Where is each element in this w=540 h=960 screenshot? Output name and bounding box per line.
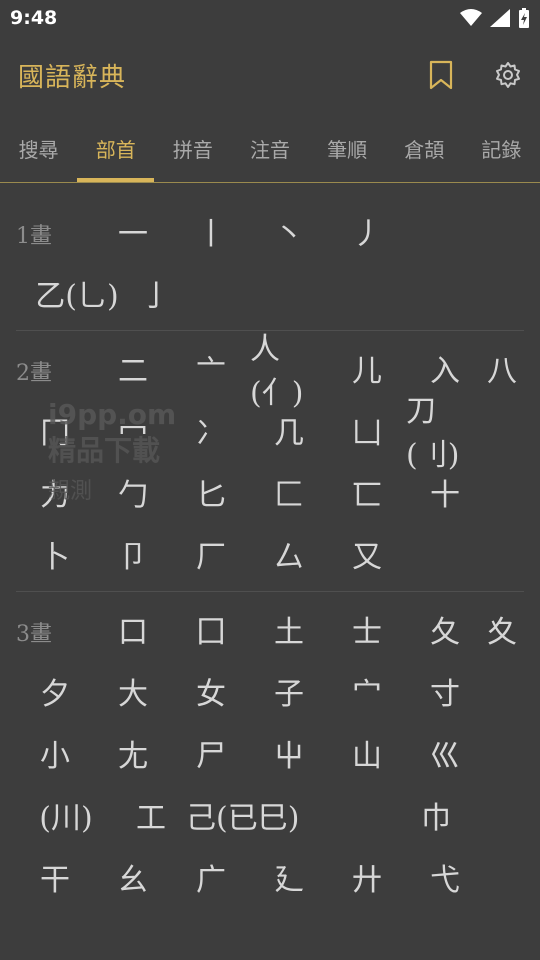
radical-item[interactable]: 己(已巳) (186, 784, 386, 846)
battery-icon (519, 8, 529, 28)
radical-item[interactable]: 士 (328, 598, 406, 660)
radical-item[interactable]: 巾 (386, 784, 486, 846)
radical-item[interactable]: 匸 (328, 461, 406, 523)
radical-item[interactable]: 几 (250, 399, 328, 461)
status-icons (460, 8, 530, 28)
radical-item[interactable]: 卜 (16, 523, 94, 585)
gear-icon[interactable] (494, 61, 522, 89)
tab-radical[interactable]: 部首 (77, 114, 155, 182)
radical-item[interactable]: 丶 (250, 200, 328, 262)
radical-item[interactable]: 凵 (328, 399, 406, 461)
radical-item[interactable]: 八 (484, 337, 520, 399)
radical-item[interactable]: 冂 (16, 399, 94, 461)
radical-item[interactable]: 匚 (250, 461, 328, 523)
stroke-count-label: 2畫 (16, 361, 52, 386)
stroke-count-label: 1畫 (16, 224, 52, 249)
radical-item[interactable]: 小 (16, 722, 94, 784)
radical-item[interactable]: 人(亻) (250, 332, 328, 411)
radical-item[interactable]: 土 (250, 598, 328, 660)
stroke-count-label: 3畫 (16, 622, 52, 647)
radical-item[interactable]: 尸 (172, 722, 250, 784)
radical-item[interactable]: 夂 (406, 598, 484, 660)
tab-zhuyin[interactable]: 注音 (231, 114, 308, 182)
status-time: 9:48 (10, 7, 58, 29)
radical-list: 1畫 一 丨 丶 丿 乙(乚) 亅 2畫 二 亠 人(亻) 儿 入 八 冂 冖 … (16, 200, 524, 960)
radical-item[interactable]: 女 (172, 660, 250, 722)
radical-item[interactable]: 匕 (172, 461, 250, 523)
app-actions (428, 60, 522, 90)
stroke-section-2: 2畫 二 亠 人(亻) 儿 入 八 冂 冖 冫 几 凵 刀(刂) 力 勹 匕 匚… (16, 332, 524, 592)
radical-item[interactable]: 二 (94, 337, 172, 399)
radical-item[interactable]: 夕 (16, 660, 94, 722)
radical-item[interactable]: 子 (250, 660, 328, 722)
radical-item[interactable]: 乙(乚) (16, 262, 138, 324)
radical-item[interactable]: 干 (16, 846, 94, 908)
radical-item[interactable]: 亠 (172, 337, 250, 399)
radical-item[interactable]: 厂 (172, 523, 250, 585)
tab-pinyin[interactable]: 拼音 (154, 114, 231, 182)
radical-item[interactable]: 夊 (484, 598, 520, 660)
radical-item[interactable]: 冖 (94, 399, 172, 461)
tab-divider (0, 182, 540, 183)
radical-item[interactable]: 广 (172, 846, 250, 908)
radical-item[interactable]: 儿 (328, 337, 406, 399)
radical-item[interactable]: 尢 (94, 722, 172, 784)
bookmark-icon[interactable] (428, 60, 454, 90)
radical-item[interactable]: 亅 (138, 262, 174, 324)
radical-item[interactable]: 卩 (94, 523, 172, 585)
radical-item[interactable]: 工 (116, 784, 186, 846)
stroke-section-1: 1畫 一 丨 丶 丿 乙(乚) 亅 (16, 200, 524, 331)
radical-item[interactable]: 屮 (250, 722, 328, 784)
radical-item[interactable]: 丿 (328, 200, 406, 262)
radical-item[interactable]: 刀(刂) (406, 394, 484, 473)
radical-item[interactable]: 力 (16, 461, 94, 523)
tab-bar: 搜尋 部首 拼音 注音 筆順 倉頡 記錄 (0, 114, 540, 182)
tab-history[interactable]: 記錄 (463, 114, 540, 182)
radical-item[interactable]: (川) (16, 784, 116, 846)
radical-item[interactable]: 寸 (406, 660, 484, 722)
radical-item[interactable]: 又 (328, 523, 406, 585)
stroke-section-3: 3畫 口 囗 土 士 夂 夊 夕 大 女 子 宀 寸 小 尢 尸 屮 山 巛 (… (16, 598, 524, 914)
tab-cangjie[interactable]: 倉頡 (386, 114, 463, 182)
radical-item[interactable]: 十 (406, 461, 484, 523)
radical-item[interactable]: 宀 (328, 660, 406, 722)
tab-search[interactable]: 搜尋 (0, 114, 77, 182)
radical-item[interactable]: 廴 (250, 846, 328, 908)
radical-item[interactable]: 勹 (94, 461, 172, 523)
radical-item[interactable]: 厶 (250, 523, 328, 585)
radical-item[interactable]: 口 (94, 598, 172, 660)
radical-item[interactable]: 弋 (406, 846, 484, 908)
status-bar: 9:48 (0, 0, 540, 36)
radical-item[interactable]: 大 (94, 660, 172, 722)
signal-icon (490, 9, 510, 27)
radical-item[interactable]: 丨 (172, 200, 250, 262)
radical-item[interactable]: 山 (328, 722, 406, 784)
radical-item[interactable]: 巛 (406, 722, 484, 784)
radical-item[interactable]: 幺 (94, 846, 172, 908)
wifi-icon (460, 9, 482, 26)
radical-item[interactable]: 一 (94, 200, 172, 262)
app-title: 國語辭典 (18, 62, 127, 93)
radical-item[interactable]: 冫 (172, 399, 250, 461)
radical-item[interactable]: 廾 (328, 846, 406, 908)
tab-stroke-order[interactable]: 筆順 (309, 114, 386, 182)
app-bar: 國語辭典 (0, 36, 540, 114)
radical-item[interactable]: 囗 (172, 598, 250, 660)
